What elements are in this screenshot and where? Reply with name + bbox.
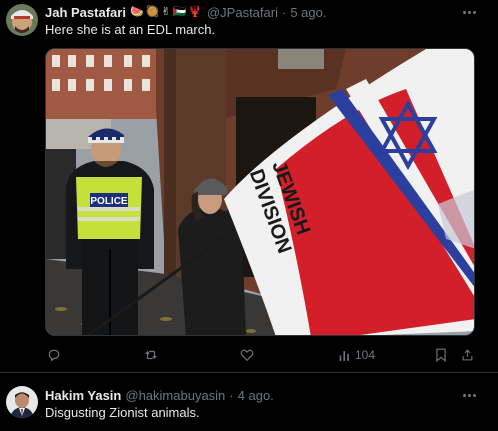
share-button[interactable] xyxy=(461,346,474,364)
police-label: POLICE xyxy=(90,196,128,207)
views-count: 104 xyxy=(355,348,376,362)
timestamp[interactable]: 4 ago. xyxy=(238,388,274,403)
tweet-header: Jah Pastafari 🍉 🥘 ✌ 🇵🇸 🦞 @JPastafari · 5… xyxy=(45,4,326,20)
avatar[interactable] xyxy=(6,386,38,418)
bookmark-icon xyxy=(436,348,446,362)
retweet-button[interactable] xyxy=(143,346,159,364)
timestamp[interactable]: 5 ago. xyxy=(290,5,326,20)
handle[interactable]: @JPastafari xyxy=(207,5,278,20)
emoji: 🦞 xyxy=(188,5,202,18)
reply-icon xyxy=(48,349,60,362)
tweet-header: Hakim Yasin @hakimabuyasin · 4 ago. xyxy=(45,387,274,403)
emoji: 🇵🇸 xyxy=(172,5,187,18)
handle[interactable]: @hakimabuyasin xyxy=(125,388,225,403)
separator-dot: · xyxy=(281,4,287,20)
like-icon xyxy=(240,349,254,362)
tweet-photo[interactable]: POLICE JEWISH DIVISION xyxy=(45,48,475,336)
share-icon xyxy=(462,349,473,361)
tweet-actions: 104 xyxy=(45,346,475,364)
display-name[interactable]: Jah Pastafari xyxy=(45,5,126,20)
like-button[interactable] xyxy=(240,346,254,364)
display-name[interactable]: Hakim Yasin xyxy=(45,388,121,403)
views-button[interactable]: 104 xyxy=(338,346,375,364)
emoji: 🍉 xyxy=(129,5,144,18)
emoji: ✌ xyxy=(161,5,171,18)
tweet[interactable]: Jah Pastafari 🍉 🥘 ✌ 🇵🇸 🦞 @JPastafari · 5… xyxy=(0,0,498,373)
reply-button[interactable] xyxy=(47,346,61,364)
more-icon[interactable] xyxy=(460,388,478,402)
more-icon[interactable] xyxy=(460,5,478,19)
retweet-icon xyxy=(145,350,157,360)
bookmark-button[interactable] xyxy=(435,346,447,364)
views-icon xyxy=(339,350,349,361)
emoji: 🥘 xyxy=(145,5,160,18)
tweet-text: Disgusting Zionist animals. xyxy=(45,405,200,420)
avatar[interactable] xyxy=(6,4,38,36)
tweet-text: Here she is at an EDL march. xyxy=(45,22,216,37)
separator-dot: · xyxy=(229,387,234,403)
